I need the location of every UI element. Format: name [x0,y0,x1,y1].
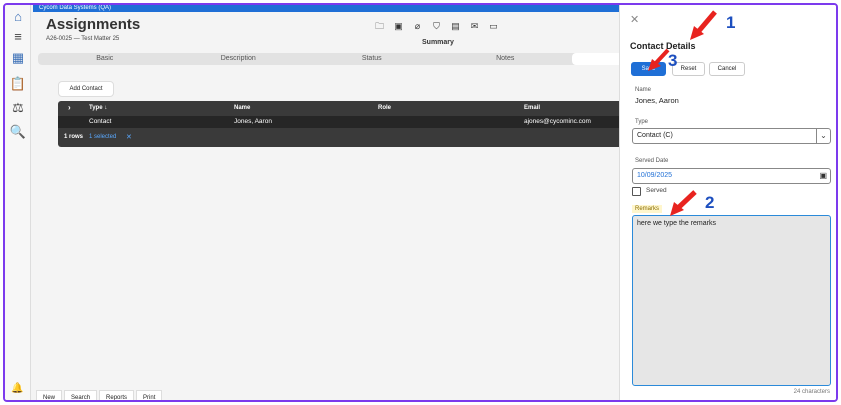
tab-notes[interactable]: Notes [439,53,573,65]
grid-header: › Type ↓ Name Role Email [58,101,623,115]
remarks-textarea[interactable]: here we type the remarks [632,215,831,386]
main-content: Assignments A26-0025 — Test Matter 25 🗀 … [32,12,628,400]
bell-icon[interactable]: 🔔 [11,383,23,394]
add-contact-button[interactable]: Add Contact [58,81,114,97]
row-count: 1 rows [64,134,84,140]
chevron-down-icon[interactable]: ⌄ [816,129,830,143]
remarks-label: Remarks [632,205,663,213]
name-value: Jones, Aaron [635,96,679,105]
reports-button[interactable]: Reports [99,390,135,400]
clear-selection-icon[interactable]: ✕ [126,133,132,141]
gavel-icon[interactable]: ⚖ [9,99,27,117]
cell-email: ajones@cycominc.com [524,118,591,125]
served-date-value: 10/09/2025 [637,172,673,179]
grid-footer: 1 rows 1 selected ✕ [58,131,623,145]
menu-icon[interactable]: ≡ [9,27,27,45]
window-titlebar: Cycom Data Systems (QA) [33,5,623,12]
page-subtitle: A26-0025 — Test Matter 25 [46,36,120,42]
panel-title: Contact Details [630,41,696,51]
annotation-number-2: 2 [705,193,715,212]
calendar-icon[interactable]: ▤ [449,21,462,32]
column-header-name[interactable]: Name [234,101,250,115]
page-title: Assignments [46,16,141,33]
save-button[interactable]: Save [631,62,666,76]
folder-outline-icon[interactable]: ▭ [487,21,500,32]
tab-status[interactable]: Status [305,53,439,65]
contacts-grid: › Type ↓ Name Role Email Contact Jones, … [58,101,623,147]
cancel-button[interactable]: Cancel [709,62,745,76]
name-label: Name [635,87,652,93]
search-button[interactable]: Search [64,390,98,400]
close-icon[interactable]: ✕ [630,13,639,26]
remarks-character-count: 24 characters [793,389,830,395]
print-button[interactable]: Print [136,390,163,400]
expand-icon[interactable]: › [68,101,71,115]
dashboard-icon[interactable]: ▦ [9,49,27,67]
id-card-icon[interactable]: ▣ [392,21,405,32]
served-checkbox[interactable] [632,187,641,196]
column-header-type[interactable]: Type ↓ [89,101,107,115]
column-header-role[interactable]: Role [378,101,391,115]
served-date-label: Served Date [635,158,669,164]
cell-name: Jones, Aaron [234,118,272,125]
annotation-number-3: 3 [668,51,678,70]
type-label: Type [635,119,649,125]
calendar-picker-icon[interactable]: ▣ [819,169,827,183]
left-sidebar: ⌂ ≡ ▦ 📋 ⚖ 🔍 🔔 [5,5,31,400]
paperclip-icon[interactable]: ⌀ [411,21,424,32]
bottom-toolbar: New Search Reports Print [36,390,163,400]
served-label: Served [646,187,667,194]
type-select-value: Contact (C) [637,132,673,139]
summary-label: Summary [422,39,454,46]
new-button[interactable]: New [36,390,63,400]
column-header-email[interactable]: Email [524,101,540,115]
table-row[interactable]: Contact Jones, Aaron ajones@cycominc.com [58,116,623,128]
document-search-icon[interactable]: 🔍 [9,123,27,141]
tab-description[interactable]: Description [172,53,306,65]
shield-download-icon[interactable]: ⛉ [430,21,443,32]
type-select[interactable]: Contact (C) ⌄ [632,128,831,144]
home-icon[interactable]: ⌂ [9,7,27,25]
annotation-number-1: 1 [726,13,736,32]
clipboard-icon[interactable]: 📋 [9,75,27,93]
tab-basic[interactable]: Basic [38,53,172,65]
record-toolbar: 🗀 ▣ ⌀ ⛉ ▤ ✉ ▭ [373,21,500,32]
mail-icon[interactable]: ✉ [468,21,481,32]
selected-count: 1 selected [89,134,117,140]
record-tabs: Basic Description Status Notes C [38,53,628,65]
served-date-input[interactable]: 10/09/2025 ▣ [632,168,831,184]
folder-icon[interactable]: 🗀 [373,21,386,32]
window-title: Cycom Data Systems (QA) [39,5,112,11]
contact-details-panel: ✕ Contact Details Save Reset Cancel Name… [619,5,836,400]
cell-type: Contact [89,118,112,125]
